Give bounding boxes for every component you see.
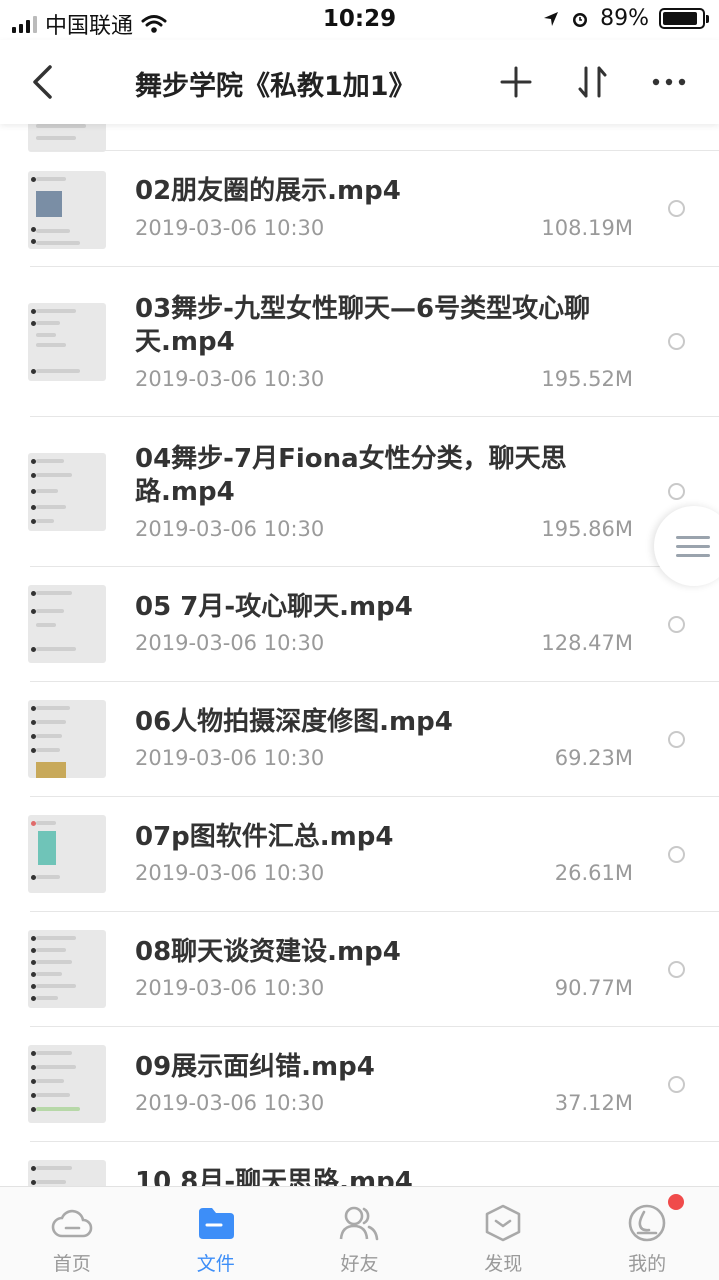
file-row[interactable]: 04舞步-7月Fiona女性分类，聊天思路.mp4 2019-03-06 10:… <box>0 417 719 567</box>
select-radio[interactable] <box>668 1076 685 1093</box>
file-date: 2019-03-06 10:30 <box>135 216 325 240</box>
file-row[interactable]: 06人物拍摄深度修图.mp4 2019-03-06 10:30 69.23M <box>0 682 719 797</box>
select-radio[interactable] <box>668 483 685 500</box>
file-size: 69.23M <box>554 746 633 770</box>
photo-preview <box>38 831 56 865</box>
tab-friends[interactable]: 好友 <box>288 1187 432 1280</box>
file-thumbnail <box>28 171 106 249</box>
tab-label: 好友 <box>340 1253 379 1275</box>
profile-icon <box>625 1201 669 1245</box>
file-date: 2019-03-06 10:30 <box>135 517 325 541</box>
file-name: 10 8月-聊天思路.mp4 <box>135 1167 413 1186</box>
battery-fill <box>663 12 697 25</box>
file-name: 02朋友圈的展示.mp4 <box>135 176 401 206</box>
location-icon <box>544 11 559 26</box>
page-title: 舞步学院《私教1加1》 <box>135 71 416 102</box>
file-row[interactable]: 03舞步-九型女性聊天—6号类型攻心聊天.mp4 2019-03-06 10:3… <box>0 267 719 417</box>
file-thumbnail <box>28 453 106 531</box>
photo-preview <box>36 191 62 217</box>
file-size: 26.61M <box>554 861 633 885</box>
file-size: 195.86M <box>541 517 633 541</box>
cloud-icon <box>50 1201 94 1245</box>
select-radio[interactable] <box>668 333 685 350</box>
file-date: 2019-03-06 10:30 <box>135 631 325 655</box>
back-icon <box>33 65 52 99</box>
file-row[interactable]: 10 8月-聊天思路.mp4 <box>0 1142 719 1186</box>
more-icon <box>652 78 686 86</box>
tab-home[interactable]: 首页 <box>0 1187 144 1280</box>
file-size: 108.19M <box>541 216 633 240</box>
file-thumbnail <box>28 815 106 893</box>
file-thumbnail <box>28 1045 106 1123</box>
file-name: 06人物拍摄深度修图.mp4 <box>135 707 453 737</box>
file-thumbnail <box>28 124 106 152</box>
file-row[interactable]: 02朋友圈的展示.mp4 2019-03-06 10:30 108.19M <box>0 151 719 266</box>
sort-icon <box>578 66 607 98</box>
file-thumbnail <box>28 930 106 1008</box>
notification-badge <box>668 1194 684 1210</box>
status-right: 89% <box>542 6 709 31</box>
file-date: 2019-03-06 10:30 <box>135 746 325 770</box>
battery-icon <box>659 8 709 29</box>
select-radio[interactable] <box>668 200 685 217</box>
nav-bar: 舞步学院《私教1加1》 <box>0 40 719 124</box>
file-thumbnail <box>28 700 106 778</box>
more-button[interactable] <box>647 60 691 104</box>
file-name: 03舞步-九型女性聊天—6号类型攻心聊天.mp4 <box>135 294 591 357</box>
select-radio[interactable] <box>668 961 685 978</box>
file-row[interactable]: 09展示面纠错.mp4 2019-03-06 10:30 37.12M <box>0 1027 719 1142</box>
file-thumbnail <box>28 1160 106 1186</box>
file-name: 04舞步-7月Fiona女性分类，聊天思路.mp4 <box>135 444 567 507</box>
file-name: 07p图软件汇总.mp4 <box>135 822 394 852</box>
tab-files[interactable]: 文件 <box>144 1187 288 1280</box>
battery-percent: 89% <box>600 6 649 31</box>
sort-button[interactable] <box>571 60 615 104</box>
tab-label: 我的 <box>628 1253 667 1275</box>
alarm-icon <box>573 12 588 27</box>
photo-preview <box>36 762 66 778</box>
file-thumbnail <box>28 303 106 381</box>
file-thumbnail <box>28 585 106 663</box>
tab-profile[interactable]: 我的 <box>575 1187 719 1280</box>
file-row[interactable]: 08聊天谈资建设.mp4 2019-03-06 10:30 90.77M <box>0 912 719 1027</box>
file-size: 195.52M <box>541 367 633 391</box>
tab-discover[interactable]: 发现 <box>431 1187 575 1280</box>
file-list: 02朋友圈的展示.mp4 2019-03-06 10:30 108.19M 03… <box>0 124 719 1186</box>
tab-label: 首页 <box>52 1253 91 1275</box>
folder-icon <box>194 1201 238 1245</box>
add-button[interactable] <box>494 60 538 104</box>
file-row[interactable]: 05 7月-攻心聊天.mp4 2019-03-06 10:30 128.47M <box>0 567 719 682</box>
select-radio[interactable] <box>668 731 685 748</box>
file-size: 128.47M <box>541 631 633 655</box>
file-name: 08聊天谈资建设.mp4 <box>135 937 401 967</box>
file-size: 37.12M <box>554 1091 633 1115</box>
file-name: 05 7月-攻心聊天.mp4 <box>135 592 413 622</box>
file-row[interactable]: 07p图软件汇总.mp4 2019-03-06 10:30 26.61M <box>0 797 719 912</box>
back-button[interactable] <box>22 60 62 104</box>
file-name: 09展示面纠错.mp4 <box>135 1052 375 1082</box>
tab-bar: 首页 文件 好友 发现 我的 <box>0 1186 719 1280</box>
select-radio[interactable] <box>668 846 685 863</box>
file-date: 2019-03-06 10:30 <box>135 1091 325 1115</box>
status-bar: 中国联通 10:29 89% <box>0 0 719 40</box>
file-date: 2019-03-06 10:30 <box>135 861 325 885</box>
tab-label: 文件 <box>196 1253 235 1275</box>
file-date: 2019-03-06 10:30 <box>135 976 325 1000</box>
add-icon <box>500 66 532 98</box>
menu-icon <box>676 530 710 563</box>
file-date: 2019-03-06 10:30 <box>135 367 325 391</box>
friends-icon <box>337 1201 381 1245</box>
tab-label: 发现 <box>484 1253 523 1275</box>
select-radio[interactable] <box>668 616 685 633</box>
discover-icon <box>481 1201 525 1245</box>
file-size: 90.77M <box>554 976 633 1000</box>
